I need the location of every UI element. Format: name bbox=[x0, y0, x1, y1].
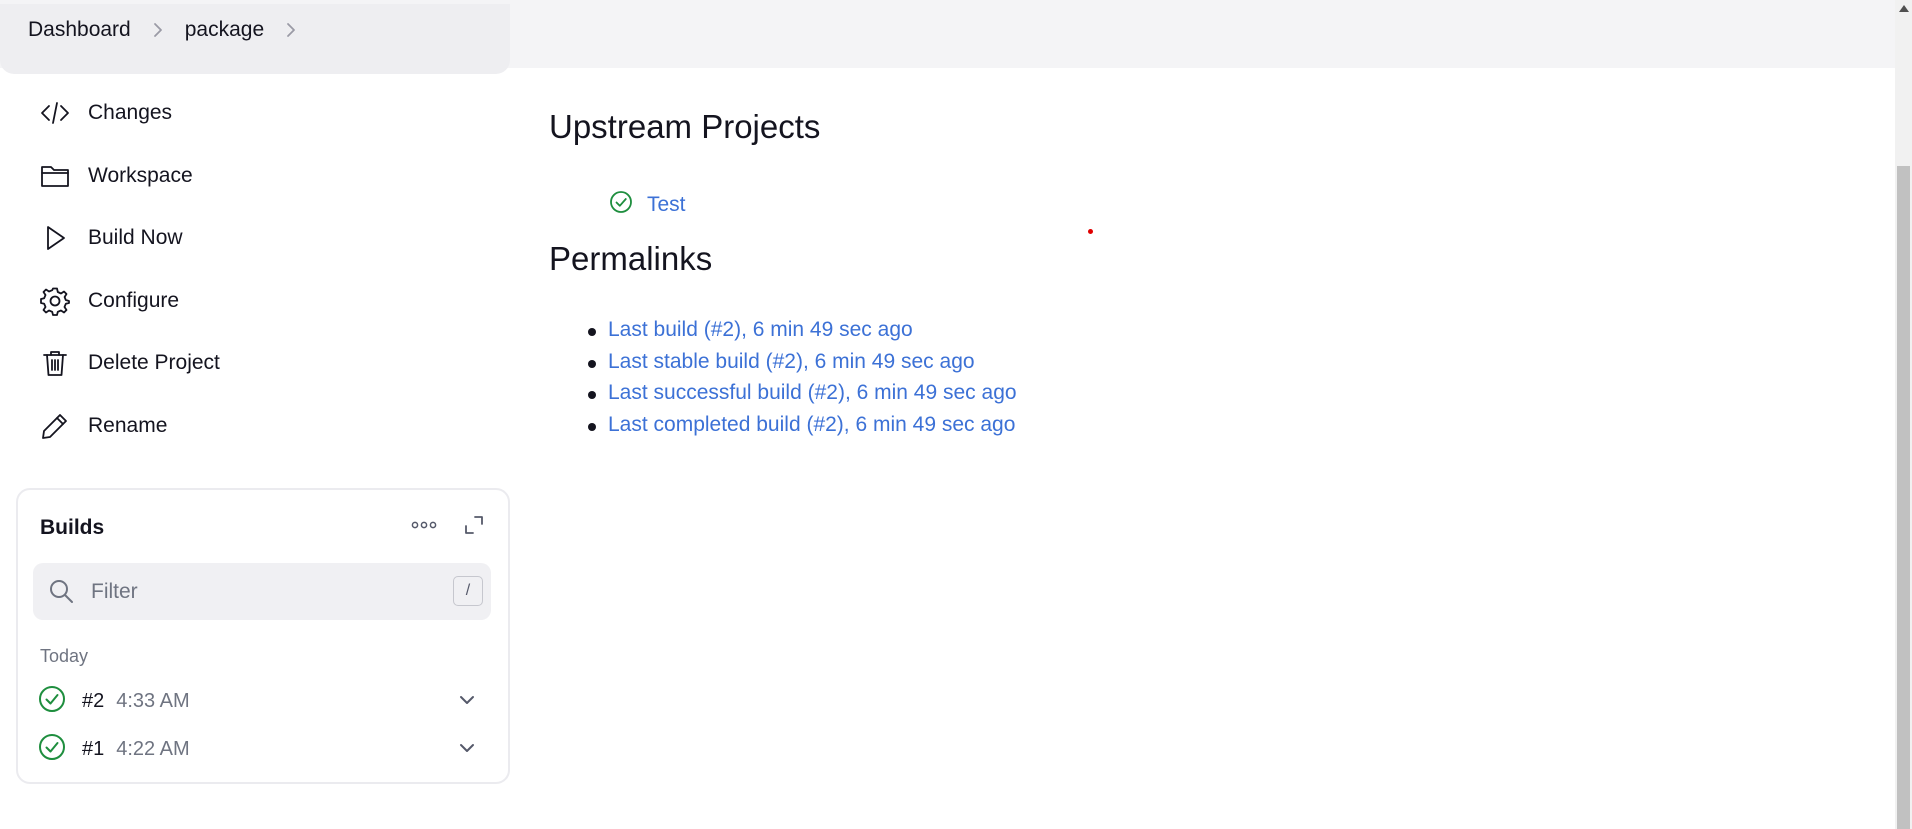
upstream-project-link[interactable]: Test bbox=[647, 193, 686, 217]
scrollbar[interactable] bbox=[1895, 0, 1912, 829]
chevron-down-icon[interactable] bbox=[456, 737, 478, 764]
build-group-label: Today bbox=[40, 646, 89, 666]
breadcrumb: Dashboard package bbox=[28, 18, 318, 42]
play-icon bbox=[38, 221, 72, 255]
sidebar-menu: Changes Workspace Build Now Configure De… bbox=[38, 82, 498, 457]
scrollbar-thumb[interactable] bbox=[1897, 166, 1910, 829]
breadcrumb-bar: Dashboard package bbox=[0, 0, 1895, 74]
pencil-icon bbox=[38, 409, 72, 443]
builds-panel: Builds / Today #2 4:33 AM #1 4:22 AM bbox=[16, 488, 510, 784]
list-item: Last successful build (#2), 6 min 49 sec… bbox=[586, 381, 1017, 413]
sidebar-item-changes[interactable]: Changes bbox=[38, 82, 498, 145]
code-icon bbox=[38, 96, 72, 130]
folder-icon bbox=[38, 159, 72, 193]
chevron-down-icon[interactable] bbox=[456, 689, 478, 716]
gear-icon bbox=[38, 284, 72, 318]
build-number[interactable]: #2 bbox=[82, 690, 104, 713]
chevron-right-icon[interactable] bbox=[143, 21, 173, 39]
sidebar-item-label: Workspace bbox=[88, 163, 193, 187]
filter-input[interactable] bbox=[89, 573, 433, 611]
build-time[interactable]: 4:22 AM bbox=[116, 738, 189, 761]
success-check-icon bbox=[609, 190, 633, 219]
breadcrumb-package[interactable]: package bbox=[185, 18, 264, 42]
build-time[interactable]: 4:33 AM bbox=[116, 690, 189, 713]
build-row[interactable]: #2 4:33 AM bbox=[38, 681, 488, 721]
keyboard-shortcut-hint: / bbox=[453, 576, 483, 606]
permalink-last-completed-build[interactable]: Last completed build (#2), 6 min 49 sec … bbox=[608, 413, 1015, 436]
sidebar-item-label: Configure bbox=[88, 288, 180, 312]
sidebar-item-workspace[interactable]: Workspace bbox=[38, 145, 498, 208]
build-number[interactable]: #1 bbox=[82, 738, 104, 761]
sidebar-item-configure[interactable]: Configure bbox=[38, 270, 498, 333]
upstream-projects-heading: Upstream Projects bbox=[549, 108, 821, 145]
permalink-last-stable-build[interactable]: Last stable build (#2), 6 min 49 sec ago bbox=[608, 350, 975, 373]
permalink-last-successful-build[interactable]: Last successful build (#2), 6 min 49 sec… bbox=[608, 381, 1017, 404]
list-item: Last build (#2), 6 min 49 sec ago bbox=[586, 318, 1017, 350]
list-item: Last completed build (#2), 6 min 49 sec … bbox=[586, 413, 1017, 445]
upstream-project-item[interactable]: Test bbox=[609, 190, 686, 219]
success-check-icon bbox=[38, 685, 66, 718]
sidebar-item-build-now[interactable]: Build Now bbox=[38, 207, 498, 270]
chevron-right-icon[interactable] bbox=[276, 21, 306, 39]
sidebar-item-label: Delete Project bbox=[88, 351, 220, 375]
expand-icon[interactable] bbox=[459, 510, 489, 540]
breadcrumb-dashboard[interactable]: Dashboard bbox=[28, 18, 131, 42]
trash-icon bbox=[38, 346, 72, 380]
scroll-up-arrow-icon[interactable] bbox=[1899, 5, 1909, 12]
sidebar-item-label: Build Now bbox=[88, 226, 183, 250]
permalinks-heading: Permalinks bbox=[549, 240, 713, 277]
sidebar-item-label: Changes bbox=[88, 101, 173, 125]
search-icon bbox=[48, 578, 74, 609]
sidebar-item-label: Rename bbox=[88, 413, 168, 437]
builds-title: Builds bbox=[40, 516, 105, 539]
sidebar-item-rename[interactable]: Rename bbox=[38, 395, 498, 458]
builds-filter: / bbox=[33, 563, 491, 620]
cursor-dot bbox=[1088, 229, 1093, 234]
sidebar-item-delete-project[interactable]: Delete Project bbox=[38, 332, 498, 395]
more-options-icon[interactable] bbox=[409, 510, 439, 540]
success-check-icon bbox=[38, 733, 66, 766]
build-row[interactable]: #1 4:22 AM bbox=[38, 729, 488, 769]
permalink-last-build[interactable]: Last build (#2), 6 min 49 sec ago bbox=[608, 318, 913, 341]
permalinks-list: Last build (#2), 6 min 49 sec ago Last s… bbox=[586, 318, 1017, 445]
list-item: Last stable build (#2), 6 min 49 sec ago bbox=[586, 350, 1017, 382]
